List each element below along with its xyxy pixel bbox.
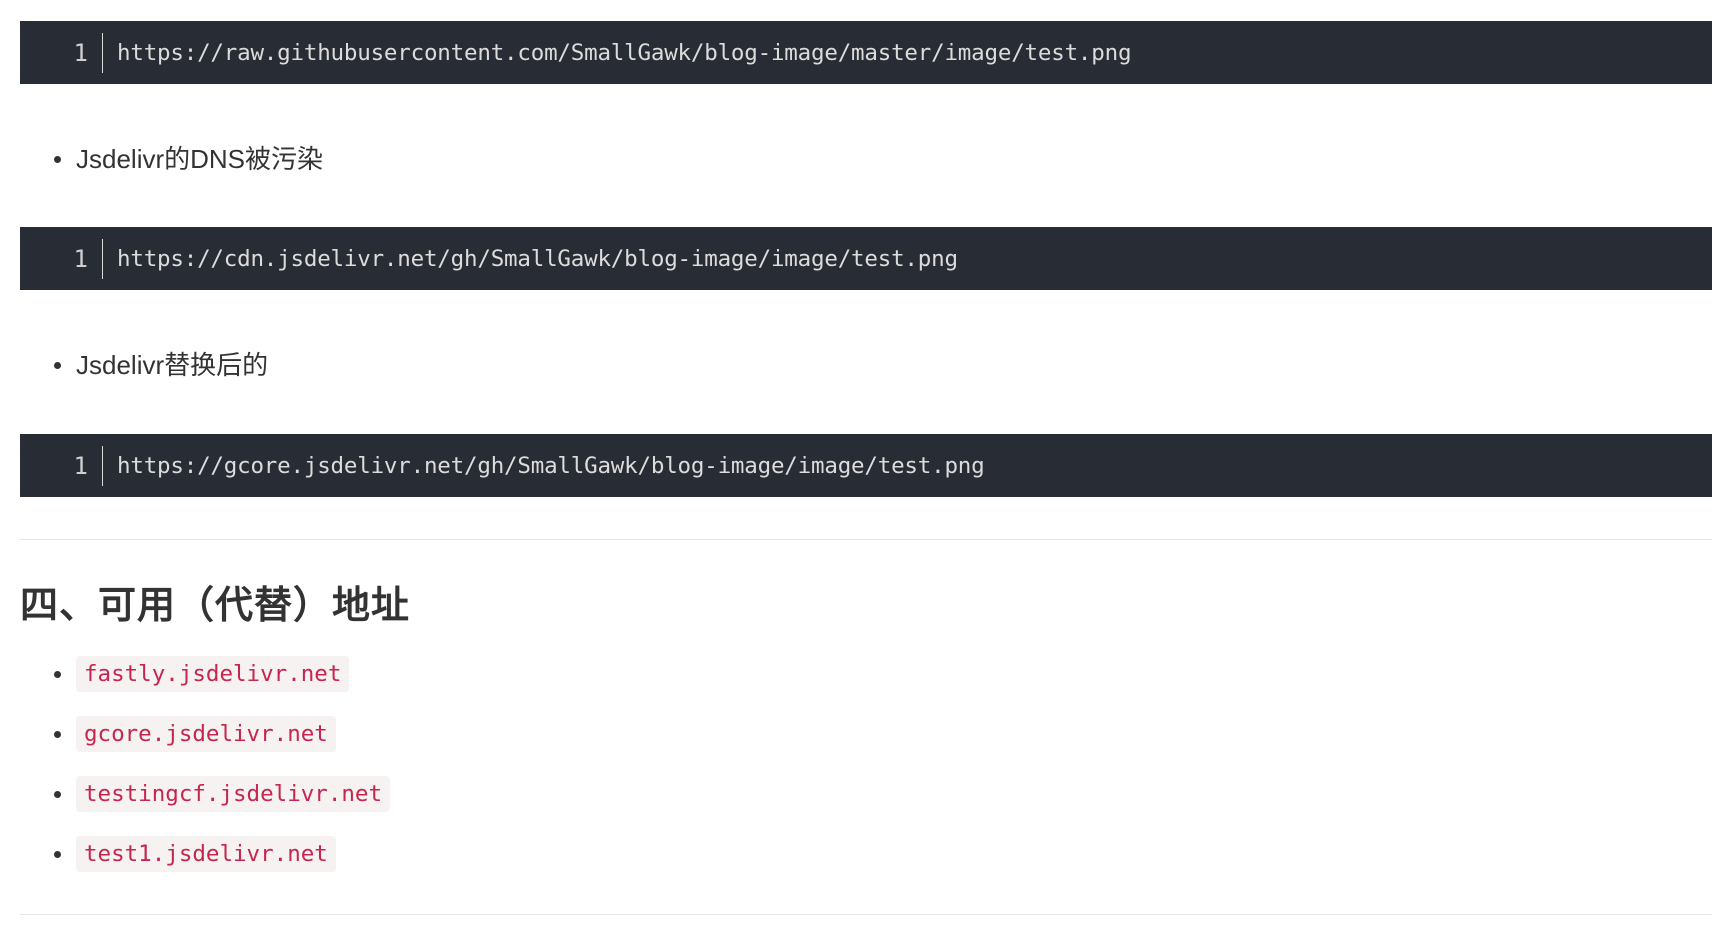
code-block-jsdelivr-gcore: 1 https://gcore.jsdelivr.net/gh/SmallGaw… (20, 434, 1712, 497)
divider (20, 914, 1712, 915)
inline-code-domain: testingcf.jsdelivr.net (76, 776, 391, 812)
line-number: 1 (20, 238, 103, 279)
alternate-address-list: fastly.jsdelivr.net gcore.jsdelivr.net t… (20, 644, 1712, 884)
inline-code-domain: test1.jsdelivr.net (76, 836, 336, 872)
list-item: Jsdelivr替换后的 (20, 347, 1712, 383)
list-item-text: Jsdelivr的DNS被污染 (76, 144, 324, 174)
bullet-dot (54, 156, 61, 163)
inline-code-domain: fastly.jsdelivr.net (76, 656, 350, 692)
list-item: test1.jsdelivr.net (20, 824, 1712, 884)
code-line: https://cdn.jsdelivr.net/gh/SmallGawk/bl… (117, 245, 958, 272)
list-item: testingcf.jsdelivr.net (20, 764, 1712, 824)
bullet-dot (54, 731, 61, 738)
bullet-dot (54, 851, 61, 858)
line-number: 1 (20, 32, 103, 73)
bullet-dot (54, 362, 61, 369)
inline-code-domain: gcore.jsdelivr.net (76, 716, 336, 752)
bullet-dot (54, 791, 61, 798)
list-item: fastly.jsdelivr.net (20, 644, 1712, 704)
list-item: gcore.jsdelivr.net (20, 704, 1712, 764)
list-item-text: Jsdelivr替换后的 (76, 350, 269, 380)
article-content: 1 https://raw.githubusercontent.com/Smal… (20, 21, 1712, 915)
code-line: https://raw.githubusercontent.com/SmallG… (117, 39, 1132, 66)
code-block-raw-github: 1 https://raw.githubusercontent.com/Smal… (20, 21, 1712, 84)
bullet-dot (54, 671, 61, 678)
bullet-list: Jsdelivr的DNS被污染 (20, 141, 1712, 177)
section-heading: 四、可用（代替）地址 (20, 583, 411, 627)
code-block-jsdelivr-cdn: 1 https://cdn.jsdelivr.net/gh/SmallGawk/… (20, 227, 1712, 290)
list-item: Jsdelivr的DNS被污染 (20, 141, 1712, 177)
line-number: 1 (20, 445, 103, 486)
code-line: https://gcore.jsdelivr.net/gh/SmallGawk/… (117, 452, 985, 479)
bullet-list: Jsdelivr替换后的 (20, 347, 1712, 383)
